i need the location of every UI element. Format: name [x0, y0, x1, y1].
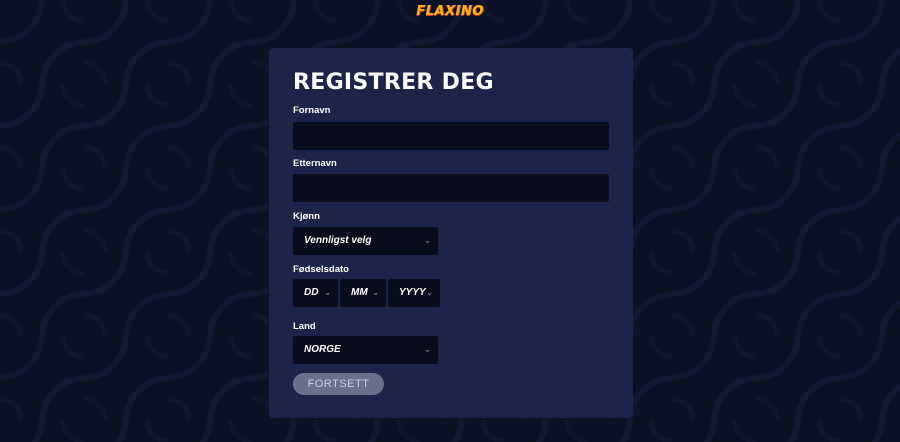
- first-name-input[interactable]: [293, 122, 609, 150]
- continue-button[interactable]: FORTSETT: [293, 373, 384, 395]
- last-name-input[interactable]: [293, 174, 609, 202]
- gender-select-value: Vennligst velg: [304, 235, 372, 246]
- page-title: REGISTRER DEG: [293, 70, 494, 95]
- chevron-down-icon: ⌄: [372, 288, 379, 297]
- registration-card: REGISTRER DEG Fornavn Etternavn Kjønn Ve…: [269, 48, 633, 418]
- birth-month-value: MM: [351, 287, 368, 298]
- birth-month-select[interactable]: MM ⌄: [340, 279, 386, 307]
- chevron-down-icon: ⌄: [424, 345, 431, 354]
- gender-group: Kjønn: [293, 211, 320, 223]
- birthdate-group: Fødselsdato: [293, 264, 349, 276]
- first-name-label: Fornavn: [293, 105, 331, 116]
- birth-day-select[interactable]: DD ⌄: [293, 279, 338, 307]
- country-select[interactable]: NORGE ⌄: [293, 336, 438, 364]
- gender-label: Kjønn: [293, 211, 320, 222]
- last-name-label: Etternavn: [293, 158, 337, 169]
- gender-select[interactable]: Vennligst velg ⌄: [293, 227, 438, 255]
- first-name-group: Fornavn: [293, 105, 330, 117]
- chevron-down-icon: ⌄: [426, 288, 433, 297]
- birth-year-select[interactable]: YYYY ⌄: [388, 279, 440, 307]
- country-select-value: NORGE: [304, 344, 341, 355]
- last-name-group: Etternavn: [293, 158, 337, 170]
- chevron-down-icon: ⌄: [324, 288, 331, 297]
- country-group: Land: [293, 321, 316, 333]
- birthdate-label: Fødselsdato: [293, 264, 349, 275]
- chevron-down-icon: ⌄: [424, 236, 431, 245]
- birthdate-selects: DD ⌄ MM ⌄ YYYY ⌄: [293, 279, 440, 307]
- birth-day-value: DD: [304, 287, 319, 298]
- birth-year-value: YYYY: [399, 287, 426, 298]
- country-label: Land: [293, 321, 316, 332]
- flaxino-logo[interactable]: FLAXINO: [0, 4, 900, 19]
